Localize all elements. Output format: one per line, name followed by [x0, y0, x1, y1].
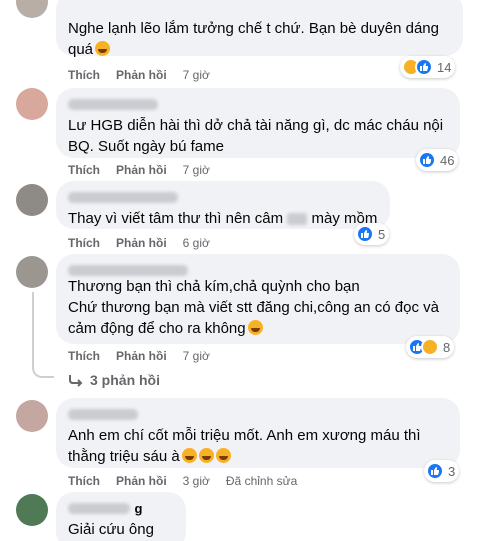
author-name[interactable] — [68, 262, 448, 277]
comment-text: Nghe lạnh lẽo lắm tưởng chế t chứ. Bạn b… — [68, 20, 439, 58]
like-button[interactable]: Thích — [68, 163, 100, 177]
like-icon — [415, 58, 433, 76]
comment-bubble: g Giải cứu ông sói — [56, 492, 186, 541]
author-name[interactable] — [68, 406, 448, 422]
like-button[interactable]: Thích — [68, 236, 100, 250]
comment-text: Lư HGB diễn hài thì dở chả tài năng gì, … — [68, 117, 444, 155]
relieved-emoji-icon — [247, 320, 263, 335]
reply-button[interactable]: Phản hồi — [116, 474, 167, 488]
timestamp[interactable]: 7 giờ — [183, 68, 210, 82]
reply-button[interactable]: Phản hồi — [116, 163, 167, 177]
like-button[interactable]: Thích — [68, 474, 100, 488]
avatar[interactable] — [16, 88, 48, 120]
reaction-summary[interactable]: 3 — [424, 460, 460, 482]
reaction-count: 3 — [448, 463, 456, 479]
comment-bubble: Nghe lạnh lẽo lắm tưởng chế t chứ. Bạn b… — [56, 0, 463, 58]
timestamp[interactable]: 6 giờ — [183, 236, 210, 250]
comment-actions: Thích Phản hồi 7 giờ — [68, 163, 210, 177]
comment-bubble: Thương bạn thì chả kím,chả quỳnh cho bạn… — [56, 254, 460, 344]
comment-bubble: Anh em chí cốt mỗi triệu mốt. Anh em xươ… — [56, 398, 460, 468]
reaction-summary[interactable]: 5 — [354, 223, 390, 245]
view-replies-link[interactable]: 3 phản hồi — [68, 372, 160, 388]
comment-bubble: Lư HGB diễn hài thì dở chả tài năng gì, … — [56, 88, 460, 158]
crying-laughing-emoji-icon — [215, 448, 231, 463]
comment-text: Giải cứu ông sói — [68, 521, 154, 538]
reaction-summary[interactable]: 46 — [416, 149, 459, 171]
like-button[interactable]: Thích — [68, 68, 100, 82]
reaction-summary[interactable]: 8 — [406, 336, 455, 358]
reaction-count: 14 — [437, 59, 452, 75]
comment-text: Anh em chí cốt mỗi triệu mốt. Anh em xươ… — [68, 427, 421, 465]
like-icon — [356, 225, 374, 243]
like-icon — [426, 462, 444, 480]
like-icon — [418, 151, 436, 169]
laughing-emoji-icon — [95, 41, 111, 56]
reaction-count: 46 — [440, 152, 455, 168]
avatar[interactable] — [16, 400, 48, 432]
avatar[interactable] — [16, 0, 48, 18]
reaction-summary[interactable]: 14 — [400, 56, 456, 78]
crying-laughing-emoji-icon — [181, 448, 197, 463]
reaction-count: 8 — [443, 339, 451, 355]
haha-icon — [421, 338, 439, 356]
comment-bubble: Thay vì viết tâm thư thì nên câm mày mồm — [56, 181, 390, 229]
reaction-count: 5 — [378, 226, 386, 242]
redacted-word — [287, 213, 308, 226]
crying-laughing-emoji-icon — [198, 448, 214, 463]
replies-count: 3 phản hồi — [90, 372, 160, 388]
avatar[interactable] — [16, 256, 48, 288]
comment-actions: Thích Phản hồi 7 giờ — [68, 349, 210, 363]
edited-label: Đã chỉnh sửa — [225, 474, 298, 488]
timestamp[interactable]: 3 giờ — [183, 474, 210, 488]
author-name[interactable]: g — [68, 500, 174, 516]
avatar[interactable] — [16, 184, 48, 216]
comment-text: Thay vì viết tâm thư thì nên câm — [68, 210, 284, 227]
comment-actions: Thích Phản hồi 7 giờ — [68, 68, 210, 82]
comment-actions: Thích Phản hồi 6 giờ — [68, 236, 210, 250]
reply-button[interactable]: Phản hồi — [116, 349, 167, 363]
thread-line — [32, 292, 54, 378]
reply-arrow-icon — [69, 375, 83, 387]
avatar[interactable] — [16, 494, 48, 526]
reply-button[interactable]: Phản hồi — [116, 236, 167, 250]
timestamp[interactable]: 7 giờ — [183, 163, 210, 177]
like-button[interactable]: Thích — [68, 349, 100, 363]
reply-button[interactable]: Phản hồi — [116, 68, 167, 82]
author-name[interactable] — [68, 189, 378, 205]
timestamp[interactable]: 7 giờ — [183, 349, 210, 363]
author-name[interactable] — [68, 96, 448, 112]
comment-actions: Thích Phản hồi 3 giờ Đã chỉnh sửa — [68, 474, 297, 488]
